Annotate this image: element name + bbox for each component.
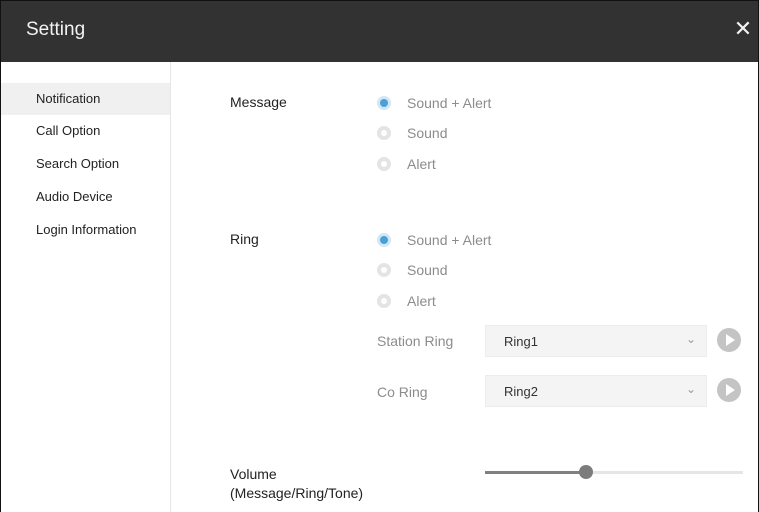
co-ring-label: Co Ring: [377, 384, 428, 400]
window-title: Setting: [26, 19, 86, 40]
sidebar-item-audio-device[interactable]: Audio Device: [1, 181, 170, 213]
radio-label: Sound + Alert: [407, 95, 492, 111]
radio-button-icon: [377, 126, 391, 140]
message-label: Message: [230, 94, 287, 110]
radio-button-icon: [377, 96, 391, 110]
radio-label: Alert: [407, 156, 436, 172]
close-icon[interactable]: ✕: [732, 18, 754, 40]
volume-slider-thumb[interactable]: [578, 465, 593, 479]
radio-label: Alert: [407, 293, 436, 309]
sidebar-item-login-information[interactable]: Login Information: [1, 214, 170, 246]
radio-label: Sound + Alert: [407, 232, 492, 248]
title-bar: Setting ✕: [1, 1, 758, 62]
play-icon[interactable]: [717, 378, 741, 402]
radio-button-icon: [377, 294, 391, 308]
ring-label: Ring: [230, 231, 259, 247]
settings-window: Setting ✕ Notification Call Option Searc…: [0, 0, 759, 512]
sidebar-item-search-option[interactable]: Search Option: [1, 148, 170, 180]
sidebar-item-call-option[interactable]: Call Option: [1, 115, 170, 147]
station-ring-select[interactable]: Ring1 ⌄: [485, 325, 707, 357]
sidebar-item-notification[interactable]: Notification: [1, 83, 170, 115]
volume-slider[interactable]: [485, 465, 743, 479]
co-ring-value: Ring2: [504, 384, 538, 399]
radio-button-icon: [377, 233, 391, 247]
chevron-down-icon: ⌄: [685, 332, 696, 346]
volume-sublabel: (Message/Ring/Tone): [230, 485, 364, 501]
co-ring-select[interactable]: Ring2 ⌄: [485, 375, 707, 407]
radio-label: Sound: [407, 262, 448, 278]
station-ring-label: Station Ring: [377, 333, 454, 349]
station-ring-value: Ring1: [504, 334, 538, 349]
radio-button-icon: [377, 263, 391, 277]
chevron-down-icon: ⌄: [685, 382, 696, 396]
settings-sidebar: Notification Call Option Search Option A…: [1, 62, 171, 512]
volume-slider-fill: [485, 471, 586, 474]
radio-button-icon: [377, 157, 391, 171]
radio-label: Sound: [407, 125, 448, 141]
play-icon[interactable]: [717, 328, 741, 352]
volume-label: Volume: [230, 466, 277, 482]
